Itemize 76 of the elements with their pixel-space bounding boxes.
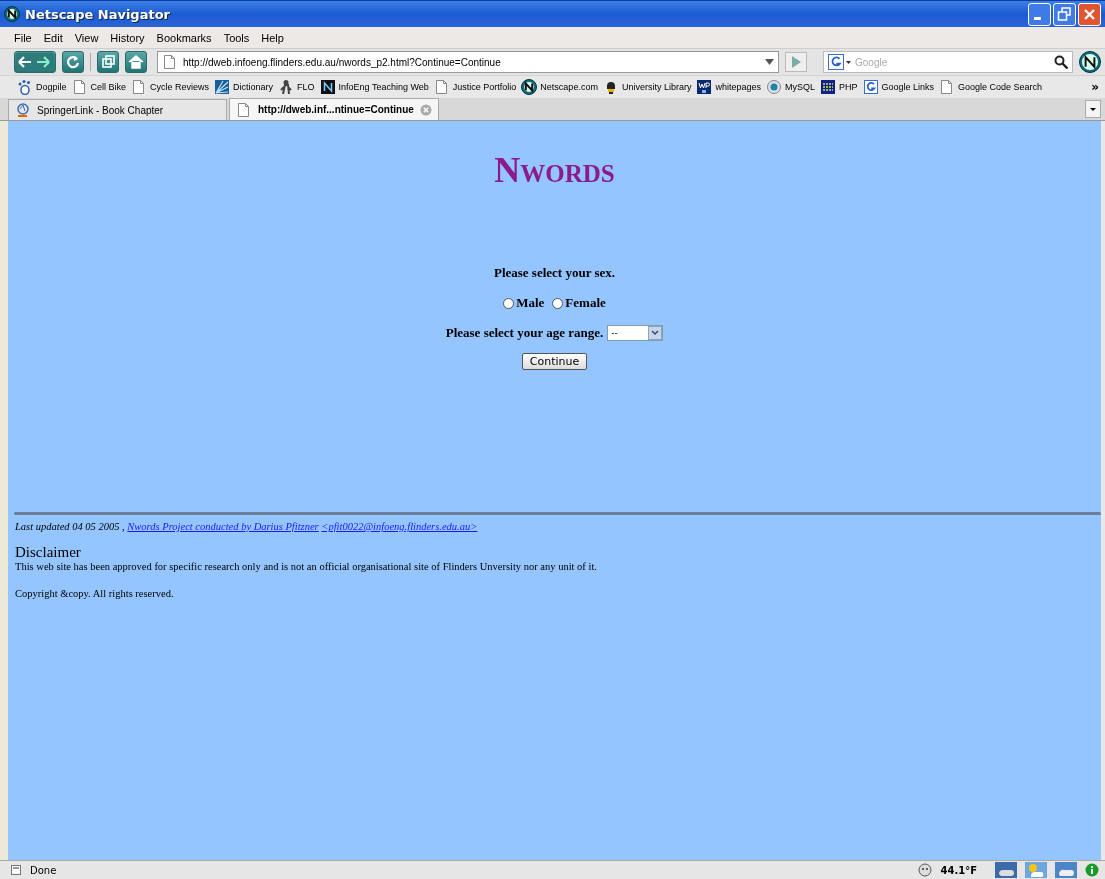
page-icon [433,79,450,95]
bookmark-item[interactable]: PHP [819,79,859,95]
bookmark-item[interactable]: Cell Bike [70,79,128,95]
status-text: Done [30,864,58,876]
bookmark-item[interactable]: Dictionary [213,79,275,95]
netscape-logo-icon[interactable] [1079,51,1101,73]
weather-face-icon[interactable] [918,863,933,877]
tab[interactable]: http://dweb.inf...ntinue=Continue [229,98,439,120]
bookmark-item[interactable]: Cycle Reviews [130,79,211,95]
weather-night-icon[interactable] [995,862,1017,878]
continue-button[interactable]: Continue [521,353,588,370]
radio-option[interactable]: Male [503,295,545,311]
reload-icon[interactable] [62,51,84,73]
menu-item[interactable]: Edit [37,29,69,46]
new-window-icon[interactable] [97,51,119,73]
weather-cloud-icon[interactable] [1055,862,1077,878]
wp-icon [696,79,713,95]
book-icon [214,79,231,95]
netscape-logo-icon [4,6,20,22]
disclaimer-text: This web site has been approved for specific research only and is not an official organisational site of Flinders Unversity nor any unit of it. [14,561,598,572]
google-icon[interactable] [828,54,852,70]
bookmark-item[interactable]: Google Code Search [938,79,1044,95]
page-icon [236,101,252,118]
project-link[interactable]: Nwords Project conducted by Darius Pfitzner [127,521,319,532]
menu-item[interactable]: File [8,29,38,46]
radio-option[interactable]: Female [552,295,606,311]
page-icon [71,79,88,95]
minimize-icon[interactable] [1028,2,1051,26]
email-link[interactable]: <pfit0022@infoeng.flinders.edu.au> [321,521,478,532]
info-icon[interactable] [1085,863,1099,877]
bookmark-item[interactable]: University Library [601,79,693,95]
tab[interactable]: SpringerLink - Book Chapter [8,99,227,120]
page-heading: Nwords [493,149,616,191]
google-icon [862,79,879,95]
menu-item[interactable]: Bookmarks [150,29,218,46]
menu-item[interactable]: View [68,29,105,46]
page-status-icon [10,864,22,876]
radio-button[interactable] [552,297,564,309]
address-bar[interactable]: http://dweb.infoeng.flinders.edu.au/nwords_p2.html?Continue=Continue [157,51,779,73]
more-bookmarks-button[interactable]: » [1091,80,1099,94]
disc-icon [765,79,782,95]
bookmark-item[interactable]: Dogpile [16,79,68,95]
php-icon [820,79,836,95]
page-icon [162,54,178,70]
close-icon[interactable] [1078,2,1101,26]
last-updated-text: Last updated 04 05 2005 , [15,521,126,532]
copyright-text: Copyright &copy. All rights reserved. [14,588,175,599]
bookmark-item[interactable]: InfoEng Teaching Web [318,79,430,95]
swirl-icon [15,102,31,118]
paw-icon [17,79,33,95]
bookmark-item[interactable]: Justice Portfolio [432,79,518,95]
disclaimer-heading: Disclaimer [14,544,82,561]
n-square-icon [319,79,336,95]
window-title: Netscape Navigator [25,6,171,22]
back-forward-icon[interactable] [14,51,56,73]
bookmark-item[interactable]: MySQL [764,79,816,95]
menu-item[interactable]: Tools [217,29,256,46]
sex-prompt: Please select your sex. [492,265,617,281]
weather-sun-cloud-icon[interactable] [1025,862,1047,878]
search-placeholder: Google [855,56,889,68]
restore-icon[interactable] [1053,2,1076,26]
bookmark-item[interactable]: Google Links [861,79,936,95]
age-select[interactable]: -- [607,325,664,341]
radio-button[interactable] [503,297,515,309]
globe-icon [521,79,538,95]
age-prompt: Please select your age range. [445,325,604,341]
bookmark-item[interactable]: FLO [277,79,316,95]
menu-item[interactable]: History [104,29,151,46]
bookmark-item[interactable]: whitepages [695,79,762,95]
menu-item[interactable]: Help [255,29,290,46]
url-text: http://dweb.infoeng.flinders.edu.au/nwords_p2.html?Continue=Continue [183,56,502,68]
search-icon[interactable] [1054,55,1068,69]
home-icon[interactable] [125,51,147,73]
bookmark-item[interactable]: Netscape.com [520,79,599,95]
temperature-text: 44.1°F [940,864,977,876]
dropdown-arrow-icon[interactable] [765,59,774,65]
